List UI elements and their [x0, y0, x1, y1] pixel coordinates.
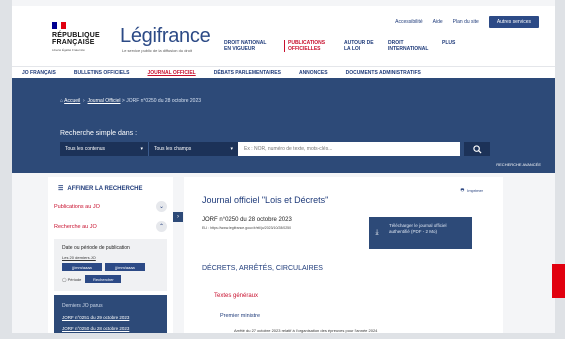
- window-frame-bottom: [0, 333, 565, 339]
- feedback-tab[interactable]: [552, 264, 565, 298]
- download-icon: ⤓: [375, 229, 379, 236]
- print-button[interactable]: 🖶 Imprimer: [460, 187, 483, 194]
- main-content: 🖶 Imprimer Journal officiel "Lois et Déc…: [184, 177, 503, 339]
- printer-icon: 🖶: [460, 187, 465, 192]
- legifrance-logo[interactable]: Légifrance: [120, 25, 211, 48]
- period-title: Date ou période de publication: [62, 245, 130, 251]
- publications-label: Publications au JO: [54, 203, 100, 210]
- last-jo-link-2[interactable]: JORF n°0250 du 28 octobre 2023: [62, 326, 129, 331]
- search-button[interactable]: [464, 142, 490, 156]
- other-services-button[interactable]: Autres services: [488, 16, 539, 28]
- search-band: ⌂ Accueil › Journal Officiel > JORF n°02…: [12, 78, 555, 173]
- site-header: Accessibilité Aide Plan du site Autres s…: [12, 6, 555, 66]
- sidebar-toggle-button[interactable]: ›: [173, 212, 183, 222]
- category-heading: Textes généraux: [214, 293, 259, 299]
- nav-debats-parlementaires[interactable]: DÉBATS PARLEMENTAIRES: [214, 70, 281, 76]
- date-start-field[interactable]: jj/mm/aaaa: [62, 263, 102, 271]
- top-link-help[interactable]: Aide: [433, 19, 443, 25]
- topnav-plus[interactable]: PLUS: [442, 40, 462, 52]
- chevron-down-icon: ▾: [140, 146, 143, 152]
- rf-line-1: RÉPUBLIQUE: [52, 32, 100, 39]
- refine-sidebar: ☰ AFFINER LA RECHERCHE Publications au J…: [48, 177, 173, 339]
- period-actions: ◯ Période Rechercher: [62, 275, 122, 283]
- refine-heading-label: AFFINER LA RECHERCHE: [67, 185, 143, 192]
- breadcrumb-journal-officiel[interactable]: Journal Officiel: [88, 98, 121, 104]
- period-panel: Date ou période de publication Les 20 de…: [54, 239, 167, 291]
- topnav-droit-national[interactable]: DROIT NATIONAL EN VIGUEUR: [224, 40, 270, 52]
- last-jo-link[interactable]: Les 20 derniers JO: [62, 255, 96, 260]
- top-nav: DROIT NATIONAL EN VIGUEUR PUBLICATIONS O…: [224, 40, 462, 52]
- last-jo-heading: Derniers JO parus: [62, 303, 103, 309]
- search-row: Tous les contenus ▾ Tous les champs ▾: [60, 142, 490, 156]
- field-select[interactable]: Tous les champs ▾: [148, 142, 238, 156]
- ministry-heading: Premier ministre: [220, 313, 261, 319]
- topnav-publications-officielles[interactable]: PUBLICATIONS OFFICIELLES: [284, 40, 330, 52]
- content-type-value: Tous les contenus: [65, 146, 106, 152]
- period-radio-label: Période: [67, 276, 82, 282]
- breadcrumb-home[interactable]: Accueil: [64, 98, 80, 104]
- page-title: Journal officiel "Lois et Décrets": [202, 195, 329, 205]
- download-pdf-button[interactable]: ⤓ Télécharger le journal officiel authen…: [369, 217, 472, 249]
- top-link-accessibility[interactable]: Accessibilité: [395, 19, 423, 25]
- download-label: Télécharger le journal officiel authenti…: [389, 223, 447, 234]
- rf-line-2: FRANÇAISE: [52, 39, 95, 46]
- print-label: Imprimer: [467, 188, 483, 193]
- period-search-button[interactable]: Rechercher: [85, 275, 122, 283]
- window-frame-left: [0, 0, 12, 339]
- top-links: Accessibilité Aide Plan du site Autres s…: [395, 16, 539, 28]
- last-jo-link-1[interactable]: JORF n°0251 du 29 octobre 2023: [62, 315, 129, 320]
- date-end-field[interactable]: jj/mm/aaaa: [105, 263, 145, 271]
- topnav-autour-de-la-loi[interactable]: AUTOUR DE LA LOI: [344, 40, 374, 52]
- nav-jo-francais[interactable]: JO FRANÇAIS: [22, 70, 56, 76]
- field-value: Tous les champs: [154, 146, 192, 152]
- search-icon: [472, 144, 482, 154]
- period-radio[interactable]: ◯ Période: [62, 277, 81, 282]
- jo-number: JORF n°0250 du 28 octobre 2023: [202, 217, 292, 223]
- search-title: Recherche simple dans :: [60, 130, 138, 137]
- top-link-sitemap[interactable]: Plan du site: [453, 19, 479, 25]
- nav-journal-officiel[interactable]: JOURNAL OFFICIEL: [147, 70, 195, 76]
- republique-francaise-logo[interactable]: RÉPUBLIQUE FRANÇAISE Liberté Égalité Fra…: [52, 22, 100, 52]
- breadcrumb: ⌂ Accueil › Journal Officiel > JORF n°02…: [60, 98, 202, 104]
- nav-annonces[interactable]: ANNONCES: [299, 70, 328, 76]
- eli-link[interactable]: ELI : https://www.legifrance.gouv.fr/eli…: [202, 226, 291, 230]
- nav-documents-administratifs[interactable]: DOCUMENTS ADMINISTRATIFS: [346, 70, 421, 76]
- logo-subtitle: Le service public de la diffusion du dro…: [122, 48, 192, 53]
- topnav-droit-international[interactable]: DROIT INTERNATIONAL: [388, 40, 428, 52]
- chevron-right-icon: ›: [177, 214, 179, 220]
- main-nav: JO FRANÇAIS BULLETINS OFFICIELS JOURNAL …: [12, 66, 555, 78]
- search-input[interactable]: [238, 142, 460, 156]
- filter-icon: ☰: [58, 186, 64, 192]
- advanced-search-link[interactable]: RECHERCHE AVANCÉE: [496, 162, 541, 167]
- flag-icon: [52, 22, 67, 29]
- chevron-down-icon[interactable]: ⌄: [156, 201, 167, 212]
- chevron-down-icon: ▾: [230, 146, 233, 152]
- date-inputs: jj/mm/aaaa jj/mm/aaaa: [62, 263, 145, 271]
- sidebar-row-recherche[interactable]: Recherche au JO ⌃: [54, 221, 167, 232]
- section-heading: DÉCRETS, ARRÊTÉS, CIRCULAIRES: [202, 265, 323, 272]
- nav-bulletins-officiels[interactable]: BULLETINS OFFICIELS: [74, 70, 130, 76]
- sidebar-row-publications[interactable]: Publications au JO ⌄: [54, 201, 167, 212]
- breadcrumb-current: > JORF n°0250 du 28 octobre 2023: [121, 98, 202, 104]
- home-icon[interactable]: ⌂: [60, 98, 63, 104]
- page: Accessibilité Aide Plan du site Autres s…: [0, 0, 565, 339]
- chevron-up-icon[interactable]: ⌃: [156, 221, 167, 232]
- refine-heading: ☰ AFFINER LA RECHERCHE: [58, 185, 143, 193]
- rf-motto: Liberté Égalité Fraternité: [52, 48, 85, 52]
- recherche-label: Recherche au JO: [54, 223, 97, 230]
- content-type-select[interactable]: Tous les contenus ▾: [60, 142, 148, 156]
